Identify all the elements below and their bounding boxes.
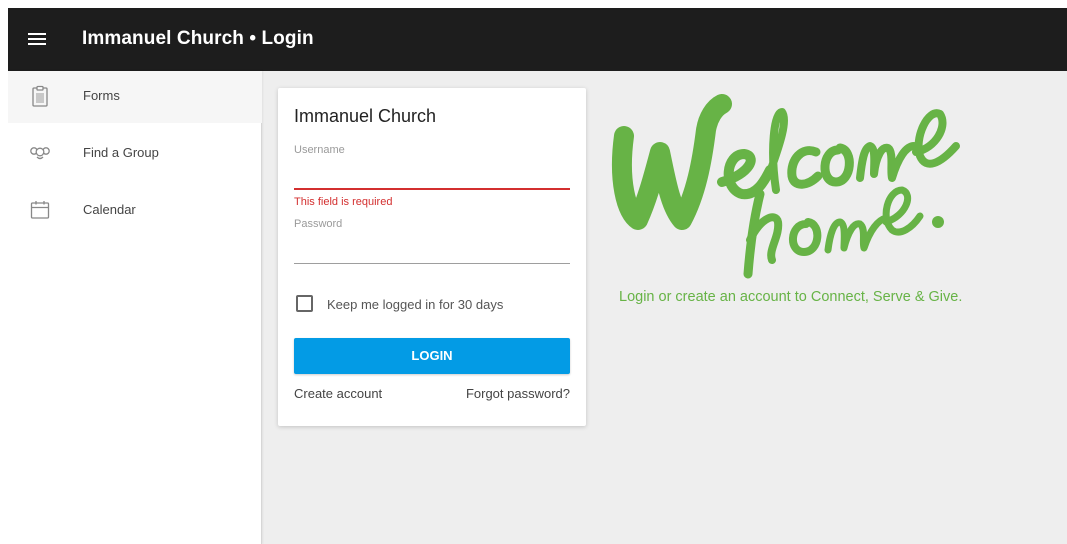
password-label: Password [294, 218, 343, 230]
clipboard-icon [32, 85, 48, 107]
app-frame: Immanuel Church • Login Forms Find a Gro… [8, 8, 1067, 544]
welcome-home-logo [612, 94, 960, 279]
create-account-link[interactable]: Create account [294, 386, 382, 401]
sidebar-item-label: Calendar [83, 202, 136, 217]
username-error: This field is required [294, 196, 393, 208]
calendar-icon [30, 201, 50, 219]
sidebar-item-find-a-group[interactable]: Find a Group [8, 128, 262, 180]
remember-label[interactable]: Keep me logged in for 30 days [327, 297, 503, 312]
sidebar-item-label: Find a Group [83, 145, 159, 160]
password-input[interactable] [294, 239, 570, 259]
group-icon [30, 147, 50, 160]
username-input[interactable] [294, 165, 570, 185]
card-title: Immanuel Church [294, 106, 437, 126]
sidebar: Forms Find a Group Calendar [8, 71, 262, 544]
top-app-bar: Immanuel Church • Login [8, 8, 1067, 71]
sidebar-item-calendar[interactable]: Calendar [8, 185, 262, 237]
forgot-password-link[interactable]: Forgot password? [466, 386, 570, 401]
sidebar-item-label: Forms [83, 88, 120, 103]
remember-checkbox[interactable] [296, 295, 313, 312]
login-button[interactable]: LOGIN [294, 338, 570, 374]
username-underline [294, 188, 570, 190]
sidebar-item-forms[interactable]: Forms [8, 71, 262, 123]
welcome-tagline: Login or create an account to Connect, S… [619, 289, 963, 305]
password-underline [294, 263, 570, 264]
login-card: Immanuel Church Username This field is r… [278, 88, 586, 426]
username-label: Username [294, 144, 345, 156]
hamburger-menu-icon[interactable] [28, 28, 48, 50]
page-title: Immanuel Church • Login [82, 28, 314, 49]
